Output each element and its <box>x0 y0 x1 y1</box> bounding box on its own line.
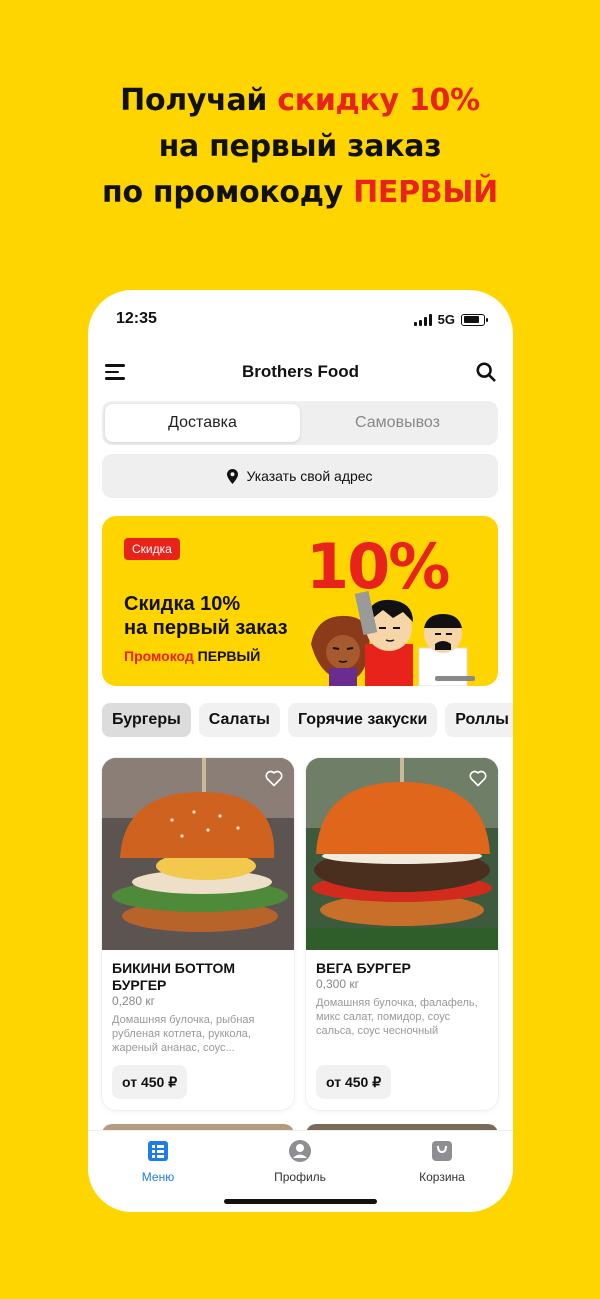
headline-line-3: по промокоду ПЕРВЫЙ <box>102 175 498 210</box>
promo-badge: Скидка <box>124 538 180 560</box>
heart-icon[interactable] <box>264 768 284 788</box>
category-burgers[interactable]: Бургеры <box>102 703 191 737</box>
heart-icon[interactable] <box>468 768 488 788</box>
phone-frame: 12:35 5G Brothers Food Доставка Самовыво… <box>88 290 513 1212</box>
home-indicator <box>224 1199 377 1204</box>
network-type: 5G <box>437 312 455 327</box>
headline-line-2: на первый заказ <box>158 129 442 164</box>
category-rolls[interactable]: Роллы <box>445 703 513 737</box>
profile-icon <box>289 1140 311 1162</box>
cartoon-characters-illustration <box>311 591 475 686</box>
product-price-button[interactable]: от 450 ₽ <box>316 1065 392 1099</box>
tab-profile-label: Профиль <box>274 1170 326 1184</box>
tab-profile[interactable]: Профиль <box>250 1139 350 1184</box>
category-salads[interactable]: Салаты <box>198 703 280 737</box>
promo-headline: Получай скидку 10% на первый заказ по пр… <box>0 78 600 216</box>
tab-menu-label: Меню <box>141 1170 175 1184</box>
tab-menu[interactable]: Меню <box>108 1139 208 1184</box>
headline-line-1: Получай скидку 10% <box>120 83 480 118</box>
address-button[interactable]: Указать свой адрес <box>102 454 498 498</box>
product-price-button[interactable]: от 450 ₽ <box>112 1065 188 1099</box>
status-bar: 12:35 5G <box>88 308 513 332</box>
status-time: 12:35 <box>116 310 157 327</box>
product-name: ВЕГА БУРГЕР <box>316 960 411 976</box>
app-bar: Brothers Food <box>88 358 513 388</box>
category-hot-snacks[interactable]: Горячие закуски <box>287 703 438 737</box>
product-description: Домашняя булочка, рыбная рубленая котлет… <box>112 1014 255 1054</box>
product-card[interactable]: ВЕГА БУРГЕР 0,300 кг Домашняя булочка, ф… <box>306 758 498 1110</box>
product-weight: 0,280 кг <box>112 994 155 1008</box>
tab-cart[interactable]: Корзина <box>392 1139 492 1184</box>
location-pin-icon <box>227 468 239 484</box>
promo-code: Промокод ПЕРВЫЙ <box>124 648 261 664</box>
category-tabs: Бургеры Салаты Горячие закуски Роллы <box>102 703 513 737</box>
bottom-tab-bar: Меню Профиль Корзина <box>88 1130 513 1212</box>
search-icon[interactable] <box>475 361 497 383</box>
promo-title: Скидка 10% на первый заказ <box>124 593 288 639</box>
hamburger-icon[interactable] <box>105 364 125 380</box>
product-description: Домашняя булочка, фалафель, микс салат, … <box>316 997 478 1037</box>
promo-banner[interactable]: Скидка 10% Скидка 10% на первый заказ Пр… <box>102 516 498 686</box>
signal-icon <box>413 313 432 326</box>
cart-bag-icon <box>432 1141 452 1161</box>
product-name: БИКИНИ БОТТОМ БУРГЕР <box>112 960 236 993</box>
delivery-mode-switch: Доставка Самовывоз <box>102 401 498 445</box>
tab-delivery[interactable]: Доставка <box>105 404 300 442</box>
product-weight: 0,300 кг <box>316 977 359 991</box>
menu-list-icon <box>148 1141 168 1161</box>
product-card[interactable]: БИКИНИ БОТТОМ БУРГЕР 0,280 кг Домашняя б… <box>102 758 294 1110</box>
address-label: Указать свой адрес <box>246 468 373 484</box>
app-title: Brothers Food <box>241 362 360 381</box>
battery-icon <box>461 313 488 326</box>
tab-cart-label: Корзина <box>419 1170 465 1184</box>
tab-pickup[interactable]: Самовывоз <box>300 404 495 442</box>
